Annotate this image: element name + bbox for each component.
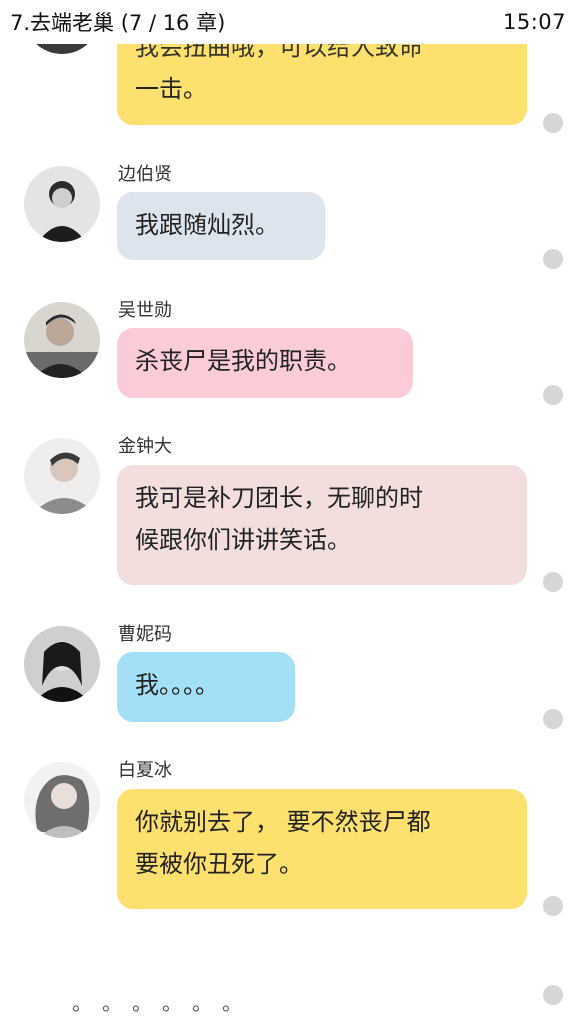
loading-dot: 。: [192, 990, 212, 1015]
message-status-dot: [543, 385, 563, 405]
loading-indicator: 。 。 。 。 。 。: [72, 986, 252, 1016]
message-bubble[interactable]: 我跟随灿烈。: [117, 192, 325, 260]
loading-dot: 。: [222, 990, 242, 1015]
message-text-line: 一击。: [135, 75, 207, 103]
message-text-line: 你就别去了， 要不然丧尸都: [135, 808, 431, 836]
message-text-line: 候跟你们讲讲笑话。: [135, 526, 351, 554]
chapter-title: 7.去端老巢 (7 / 16 章): [10, 11, 226, 35]
sender-name: 金钟大: [118, 436, 172, 457]
message-bubble[interactable]: 你就别去了， 要不然丧尸都 要被你丑死了。: [117, 789, 527, 909]
message-status-dot: [543, 249, 563, 269]
message-text: 我跟随灿烈。: [135, 211, 279, 239]
avatar[interactable]: [24, 626, 100, 702]
loading-dot: 。: [162, 990, 182, 1015]
loading-dot: 。: [72, 990, 92, 1015]
message-status-dot: [543, 985, 563, 1005]
message-status-dot: [543, 896, 563, 916]
status-bar: 7.去端老巢 (7 / 16 章) 15:07: [0, 0, 576, 44]
avatar[interactable]: [24, 302, 100, 378]
clock-time: 15:07: [502, 10, 566, 34]
avatar[interactable]: [24, 166, 100, 242]
sender-name: 白夏冰: [118, 760, 172, 781]
avatar[interactable]: [24, 762, 100, 838]
message-status-dot: [543, 113, 563, 133]
message-bubble[interactable]: 杀丧尸是我的职责。: [117, 328, 413, 398]
message-bubble[interactable]: 我。。。。: [117, 652, 295, 722]
loading-dot: 。: [102, 990, 122, 1015]
message-status-dot: [543, 572, 563, 592]
avatar[interactable]: [24, 438, 100, 514]
loading-dot: 。: [132, 990, 152, 1015]
sender-name: 边伯贤: [118, 164, 172, 185]
message-status-dot: [543, 709, 563, 729]
message-text-line: 我可是补刀团长，无聊的时: [135, 484, 423, 512]
message-text-line: 要被你丑死了。: [135, 850, 303, 878]
message-text: 我。。。。: [135, 671, 219, 699]
sender-name: 曹妮码: [118, 624, 172, 645]
sender-name: 吴世勋: [118, 300, 172, 321]
message-bubble[interactable]: 我可是补刀团长，无聊的时 候跟你们讲讲笑话。: [117, 465, 527, 585]
message-text: 杀丧尸是我的职责。: [135, 347, 351, 375]
